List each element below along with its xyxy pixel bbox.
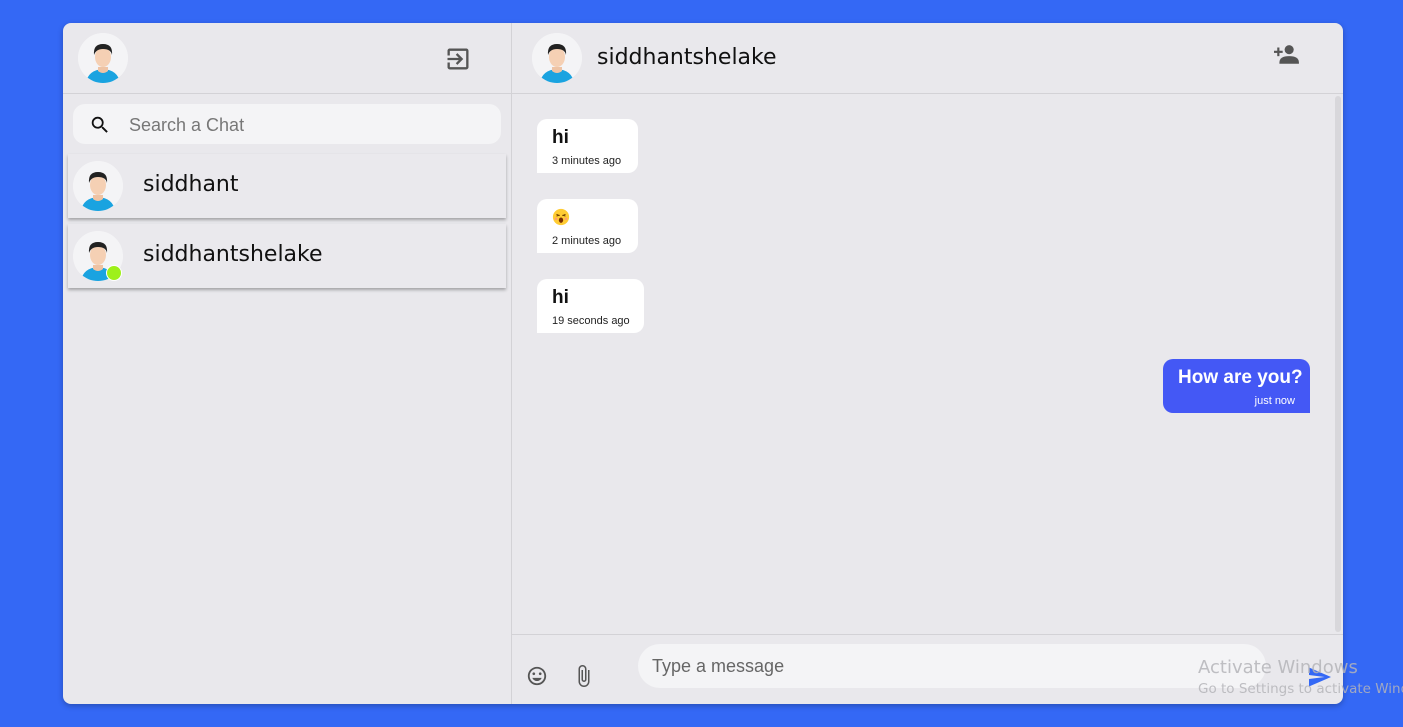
user-avatar[interactable] [78,33,128,83]
search-bar [73,104,501,144]
message-text: How are you? [1178,367,1303,388]
message-list-scrollbar[interactable] [1335,96,1341,632]
emoji-icon[interactable] [526,665,548,687]
message-input[interactable] [638,644,1266,688]
message-timestamp: just now [1254,395,1295,407]
message-bubble-sent: How are you? just now [1163,359,1310,413]
astonished-face-emoji [552,208,570,226]
attachment-icon[interactable] [576,664,592,688]
chat-header: siddhantshelake [512,23,1343,94]
message-bubble-received: hi 3 minutes ago [537,119,638,173]
chat-panel: siddhantshelake hi 3 minutes ago 2 minut… [512,23,1343,704]
message-input-bar [512,634,1343,704]
search-input[interactable] [127,110,491,140]
sidebar-header [63,23,511,94]
chat-list-item-siddhant[interactable]: siddhant [68,154,506,218]
chat-title: siddhantshelake [597,45,777,70]
send-icon[interactable] [1308,667,1332,687]
message-bubble-received: hi 19 seconds ago [537,279,644,333]
message-text: hi [552,127,569,148]
sidebar: siddhant siddhantshelake [63,23,512,704]
contact-avatar[interactable] [532,33,582,83]
contact-avatar [73,161,123,211]
add-person-icon[interactable] [1274,43,1300,65]
chat-name: siddhant [143,172,239,197]
logout-icon[interactable] [444,45,472,73]
chat-list-item-siddhantshelake[interactable]: siddhantshelake [68,224,506,288]
online-status-dot [106,265,122,281]
chat-name: siddhantshelake [143,242,323,267]
search-icon[interactable] [89,114,111,136]
message-text: hi [552,287,569,308]
message-bubble-received: 2 minutes ago [537,199,638,253]
chat-app-window: siddhant siddhantshelake siddhantshelake [63,23,1343,704]
message-list: hi 3 minutes ago 2 minutes ago hi 19 sec… [512,94,1343,634]
message-timestamp: 19 seconds ago [552,315,630,327]
message-timestamp: 3 minutes ago [552,155,622,167]
message-timestamp: 2 minutes ago [552,235,622,247]
